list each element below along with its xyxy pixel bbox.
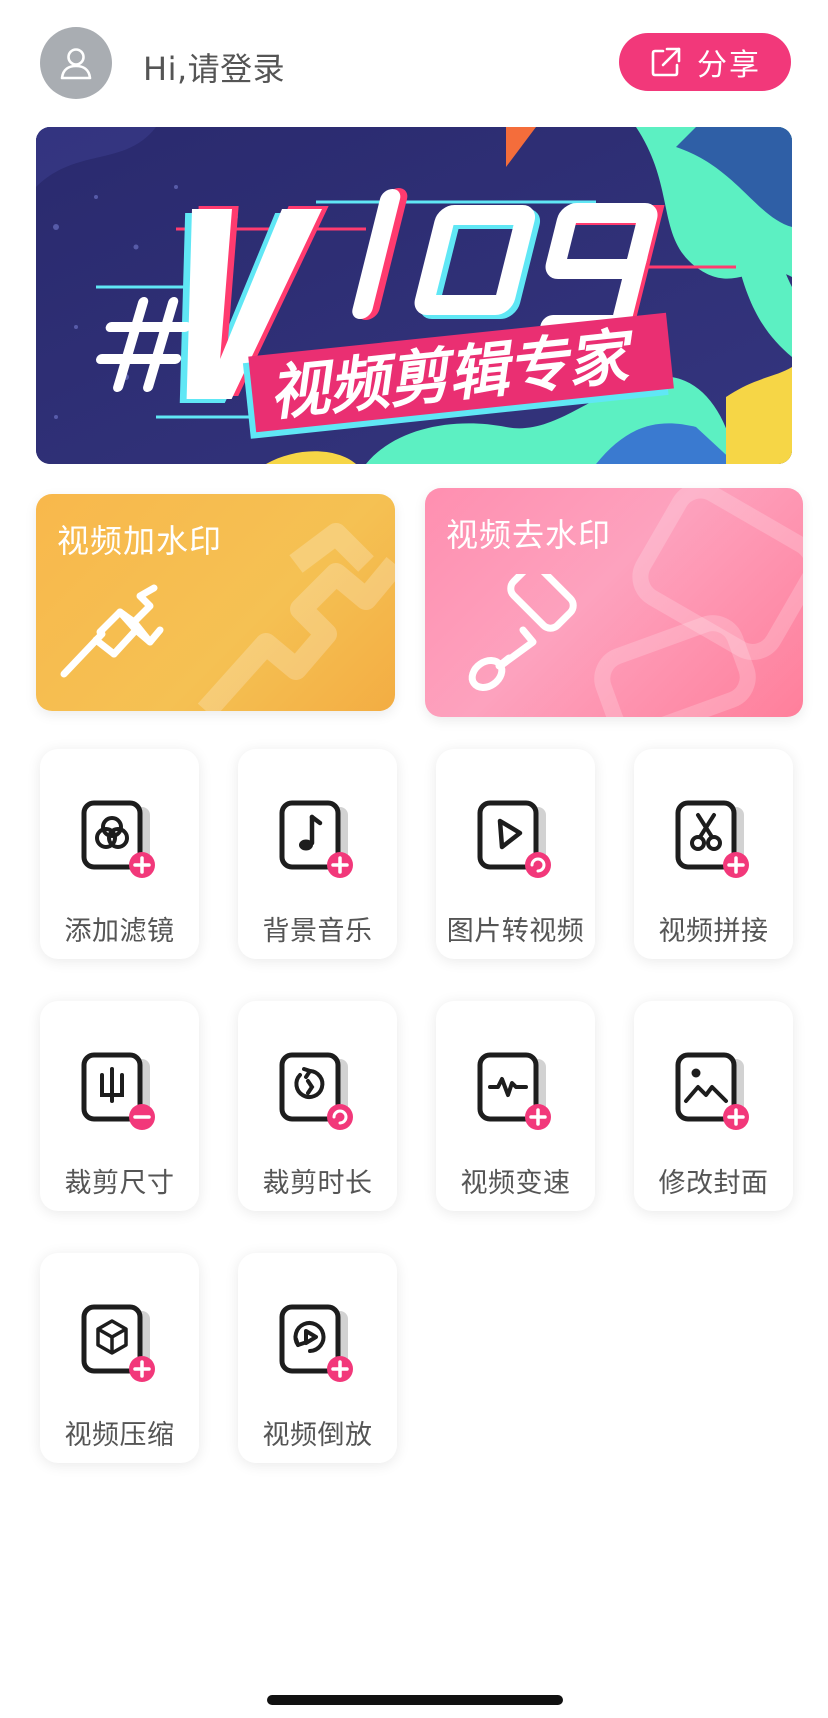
home-indicator bbox=[267, 1695, 563, 1705]
remove-watermark-card[interactable]: 视频去水印 bbox=[425, 488, 803, 717]
timer-icon bbox=[279, 1052, 353, 1130]
tool-trim-duration[interactable]: 裁剪时长 bbox=[238, 1001, 397, 1211]
tool-label: 背景音乐 bbox=[262, 916, 373, 947]
image-icon bbox=[675, 1052, 749, 1130]
cube-icon bbox=[81, 1304, 155, 1382]
header: Hi,请登录 分享 bbox=[0, 0, 828, 130]
tool-label: 修改封面 bbox=[658, 1168, 769, 1199]
tool-label: 裁剪尺寸 bbox=[64, 1168, 175, 1199]
waveform-icon bbox=[477, 1052, 551, 1130]
tool-label: 视频压缩 bbox=[64, 1420, 175, 1451]
avatar[interactable] bbox=[40, 27, 112, 99]
share-label: 分享 bbox=[697, 48, 761, 83]
add-watermark-title: 视频加水印 bbox=[57, 522, 223, 560]
scissors-icon bbox=[675, 800, 749, 878]
tool-video-merge[interactable]: 视频拼接 bbox=[634, 749, 793, 959]
tool-label: 视频拼接 bbox=[658, 916, 769, 947]
tool-photo-to-video[interactable]: 图片转视频 bbox=[436, 749, 595, 959]
banner-art: 视频剪辑专家 bbox=[36, 127, 792, 464]
tool-label: 图片转视频 bbox=[446, 916, 585, 947]
tool-video-speed[interactable]: 视频变速 bbox=[436, 1001, 595, 1211]
crop-icon bbox=[81, 1052, 155, 1130]
filter-icon bbox=[81, 800, 155, 878]
play-icon bbox=[477, 800, 551, 878]
tool-crop-size[interactable]: 裁剪尺寸 bbox=[40, 1001, 199, 1211]
tool-label: 添加滤镜 bbox=[64, 916, 175, 947]
reverse-play-icon bbox=[279, 1304, 353, 1382]
tool-label: 裁剪时长 bbox=[262, 1168, 373, 1199]
tool-video-compress[interactable]: 视频压缩 bbox=[40, 1253, 199, 1463]
music-note-icon bbox=[279, 800, 353, 878]
remove-watermark-title: 视频去水印 bbox=[446, 516, 612, 554]
share-icon bbox=[651, 47, 681, 77]
tool-edit-cover[interactable]: 修改封面 bbox=[634, 1001, 793, 1211]
tool-video-reverse[interactable]: 视频倒放 bbox=[238, 1253, 397, 1463]
user-icon bbox=[60, 48, 92, 80]
paint-roller-icon bbox=[468, 574, 577, 691]
login-prompt[interactable]: Hi,请登录 bbox=[143, 44, 285, 90]
share-button[interactable]: 分享 bbox=[619, 33, 791, 91]
tool-add-filter[interactable]: 添加滤镜 bbox=[40, 749, 199, 959]
brush-icon bbox=[60, 584, 164, 678]
tool-label: 视频倒放 bbox=[262, 1420, 373, 1451]
tool-background-music[interactable]: 背景音乐 bbox=[238, 749, 397, 959]
add-watermark-card[interactable]: 视频加水印 bbox=[36, 494, 395, 711]
tool-label: 视频变速 bbox=[460, 1168, 571, 1199]
promo-banner[interactable]: 视频剪辑专家 bbox=[36, 127, 792, 464]
